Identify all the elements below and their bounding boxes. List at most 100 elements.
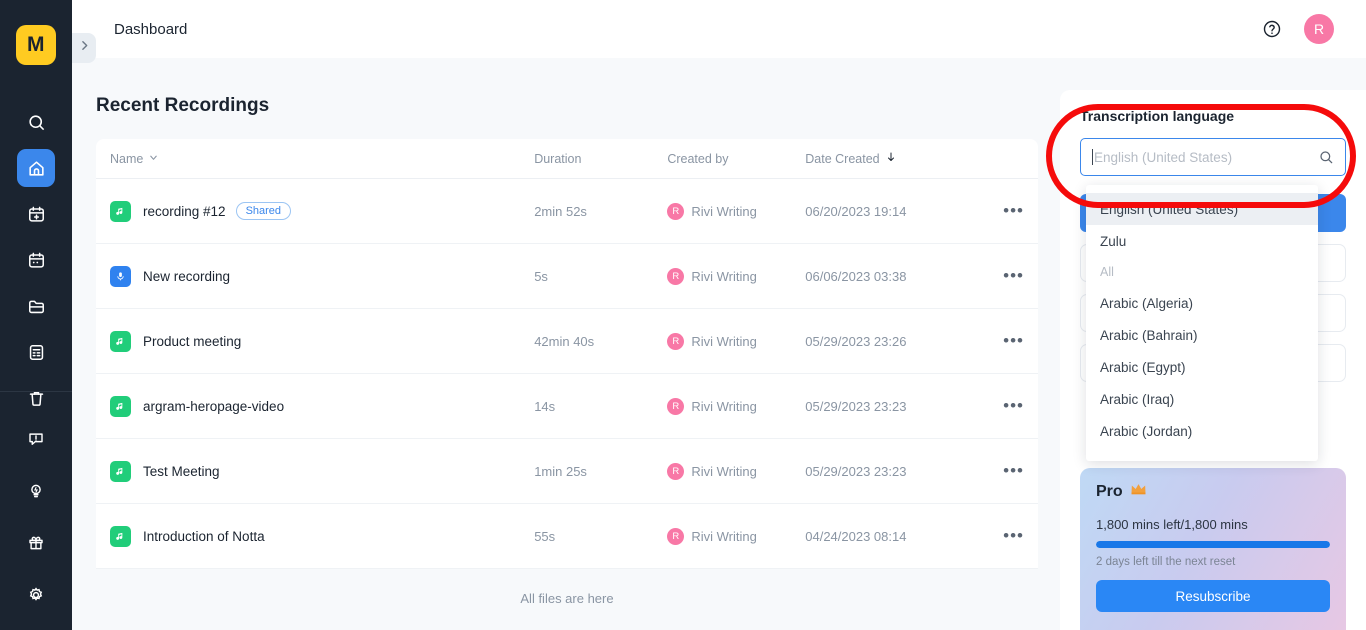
recording-date: 05/29/2023 23:26 (805, 333, 907, 349)
creator-name: Rivi Writing (691, 203, 757, 219)
recording-date: 05/29/2023 23:23 (805, 398, 907, 414)
recording-created-by: R Rivi Writing (667, 267, 805, 285)
recording-name: Introduction of Notta (143, 528, 265, 544)
recording-name: recording #12 (143, 203, 226, 219)
language-dropdown[interactable]: English (United States) Zulu All Arabic (Al… (1086, 185, 1318, 461)
column-header-duration[interactable]: Duration (534, 152, 667, 166)
sidebar-item-feedback[interactable] (17, 420, 55, 458)
recording-duration: 55s (534, 528, 556, 544)
arrow-down-icon (885, 151, 897, 166)
table-body: recording #12 Shared 2min 52s R Rivi Writing… (96, 179, 1038, 569)
more-icon: ••• (1003, 461, 1024, 480)
sidebar-nav (17, 103, 55, 417)
sidebar-bottom-nav (0, 391, 72, 630)
creator-name: Rivi Writing (691, 268, 757, 284)
pro-plan-card: Pro 1,800 mins left/1,800 mins 2 days le… (1080, 468, 1346, 630)
row-menu-button[interactable]: ••• (967, 267, 1024, 284)
avatar[interactable]: R (1304, 14, 1334, 44)
recording-duration: 42min 40s (534, 333, 595, 349)
pro-progress-fill (1096, 541, 1330, 548)
dropdown-option[interactable]: Zulu (1086, 225, 1318, 257)
recording-created-by: R Rivi Writing (667, 462, 805, 480)
feedback-icon (27, 430, 45, 448)
column-header-name[interactable]: Name (110, 152, 534, 166)
more-icon: ••• (1003, 201, 1024, 220)
lightbulb-icon (27, 482, 45, 500)
row-menu-button[interactable]: ••• (967, 461, 1024, 480)
table-row[interactable]: Introduction of Notta 55s R Rivi Writing 04/… (96, 504, 1038, 569)
more-icon: ••• (1003, 331, 1024, 350)
dropdown-option[interactable]: Arabic (Egypt) (1086, 351, 1318, 383)
column-label-name: Name (110, 151, 144, 166)
dropdown-option[interactable]: English (United States) (1086, 193, 1318, 225)
app-root: M Dashboard R Recent Recordings Name Dur… (0, 0, 1366, 630)
dropdown-option[interactable]: Arabic (Iraq) (1086, 383, 1318, 415)
avatar: R (667, 462, 685, 480)
avatar: R (667, 397, 685, 415)
row-menu-button[interactable]: ••• (967, 331, 1024, 350)
left-sidebar: M (0, 0, 72, 630)
transcription-language-label: Transcription language (1080, 108, 1235, 124)
calendar-icon (27, 251, 46, 270)
chevron-down-icon (148, 152, 159, 166)
recording-duration: 1min 25s (534, 463, 587, 479)
pro-plan-title: Pro (1096, 482, 1330, 501)
recording-name: New recording (143, 268, 231, 284)
recording-date: 06/20/2023 19:14 (805, 203, 907, 219)
sidebar-item-folder[interactable] (17, 287, 55, 325)
sidebar-item-settings[interactable] (17, 576, 55, 614)
recording-name: Test Meeting (143, 463, 220, 479)
recording-created-by: R Rivi Writing (667, 332, 805, 350)
sidebar-item-new-note[interactable] (17, 195, 55, 233)
recording-date: 05/29/2023 23:23 (805, 463, 907, 479)
recording-name: Product meeting (143, 333, 242, 349)
row-menu-button[interactable]: ••• (967, 201, 1024, 220)
creator-name: Rivi Writing (691, 398, 757, 414)
recording-created-by: R Rivi Writing (667, 397, 805, 415)
audio-file-icon (110, 525, 131, 547)
mic-file-icon (110, 265, 131, 287)
recording-date: 04/24/2023 08:14 (805, 528, 907, 544)
resubscribe-button[interactable]: Resubscribe (1096, 580, 1330, 612)
dropdown-option[interactable]: Arabic (Jordan) (1086, 415, 1318, 447)
table-row[interactable]: argram-heropage-video 14s R Rivi Writing 05/… (96, 374, 1038, 439)
sidebar-collapse-toggle[interactable] (72, 33, 96, 63)
column-header-date-created[interactable]: Date Created (805, 151, 967, 166)
sidebar-item-calendar[interactable] (17, 241, 55, 279)
avatar: R (667, 267, 685, 285)
dropdown-option[interactable]: Arabic (Bahrain) (1086, 319, 1318, 351)
search-icon (27, 113, 46, 132)
avatar: R (667, 202, 685, 220)
text-caret (1092, 149, 1093, 165)
table-row[interactable]: Product meeting 42min 40s R Rivi Writing 05/… (96, 309, 1038, 374)
dropdown-option[interactable]: Arabic (Algeria) (1086, 287, 1318, 319)
sidebar-item-gift[interactable] (17, 524, 55, 562)
more-icon: ••• (1003, 396, 1024, 415)
table-row[interactable]: Test Meeting 1min 25s R Rivi Writing 05/29/2… (96, 439, 1038, 504)
app-logo[interactable]: M (16, 25, 56, 65)
table-footer-note: All files are here (520, 591, 614, 606)
status-badge: Shared (235, 202, 292, 220)
chevron-right-icon (78, 39, 91, 57)
calendar-plus-icon (27, 205, 46, 224)
search-icon[interactable] (1318, 149, 1334, 165)
sidebar-item-search[interactable] (17, 103, 55, 141)
pro-minutes-text: 1,800 mins left/1,800 mins (1096, 517, 1248, 532)
recording-created-by: R Rivi Writing (667, 202, 805, 220)
row-menu-button[interactable]: ••• (967, 527, 1024, 544)
creator-name: Rivi Writing (691, 463, 757, 479)
pro-progress-track (1096, 541, 1330, 548)
table-row[interactable]: New recording 5s R Rivi Writing 06/06/2023 0… (96, 244, 1038, 309)
home-icon (27, 159, 46, 178)
language-search-input[interactable]: English (United States) (1080, 138, 1346, 176)
sidebar-item-whats-new[interactable] (17, 472, 55, 510)
recording-duration: 2min 52s (534, 203, 587, 219)
audio-file-icon (110, 460, 131, 482)
row-menu-button[interactable]: ••• (967, 396, 1024, 415)
dropdown-group-label: All (1100, 265, 1114, 279)
table-row[interactable]: recording #12 Shared 2min 52s R Rivi Writing… (96, 179, 1038, 244)
sidebar-item-home[interactable] (17, 149, 55, 187)
question-circle-icon[interactable] (1262, 19, 1282, 39)
sidebar-item-notes[interactable] (17, 333, 55, 371)
column-header-created-by[interactable]: Created by (667, 152, 805, 166)
